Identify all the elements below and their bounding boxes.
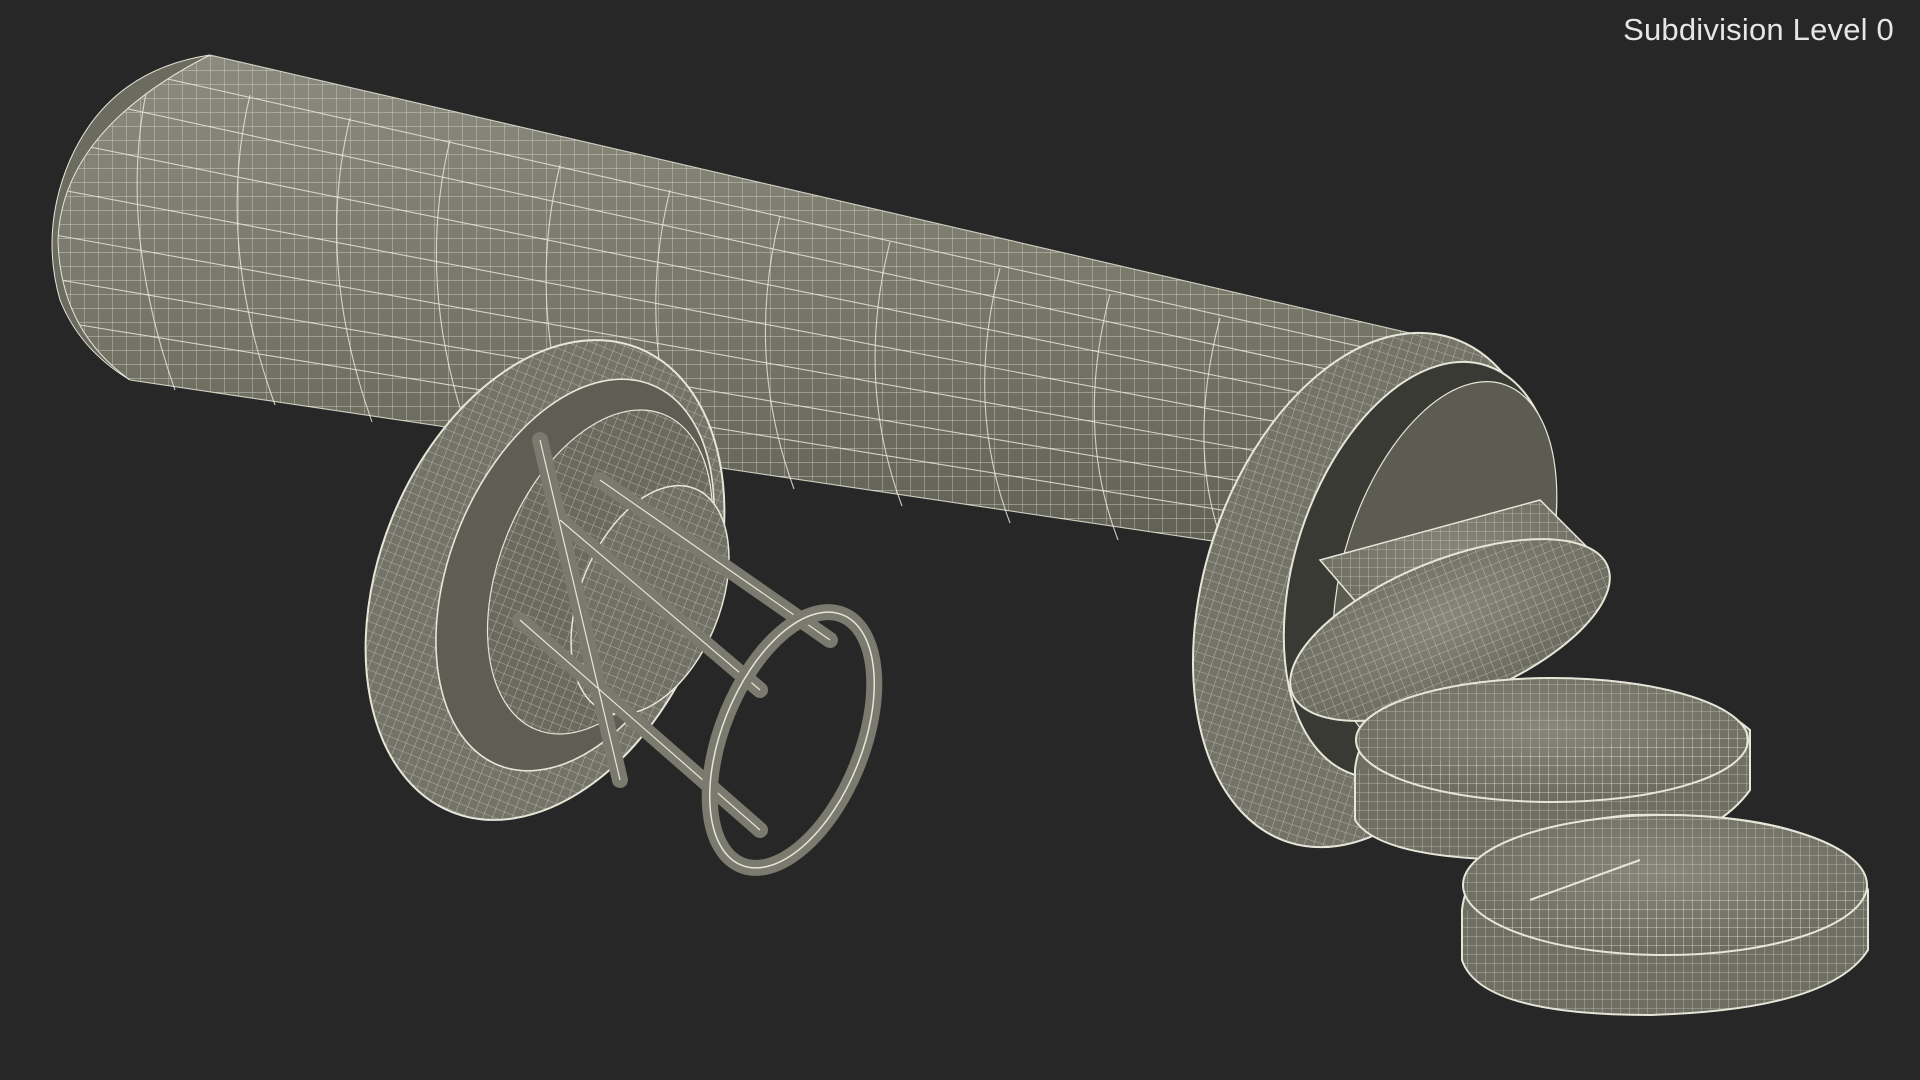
subdivision-level-label: Subdivision Level 0 [1623,12,1894,47]
tablet-bottom [1461,813,1869,1017]
render-viewport: Subdivision Level 0 [0,0,1920,1080]
tube-body [51,54,1441,561]
wireframe-render [51,54,1869,1017]
